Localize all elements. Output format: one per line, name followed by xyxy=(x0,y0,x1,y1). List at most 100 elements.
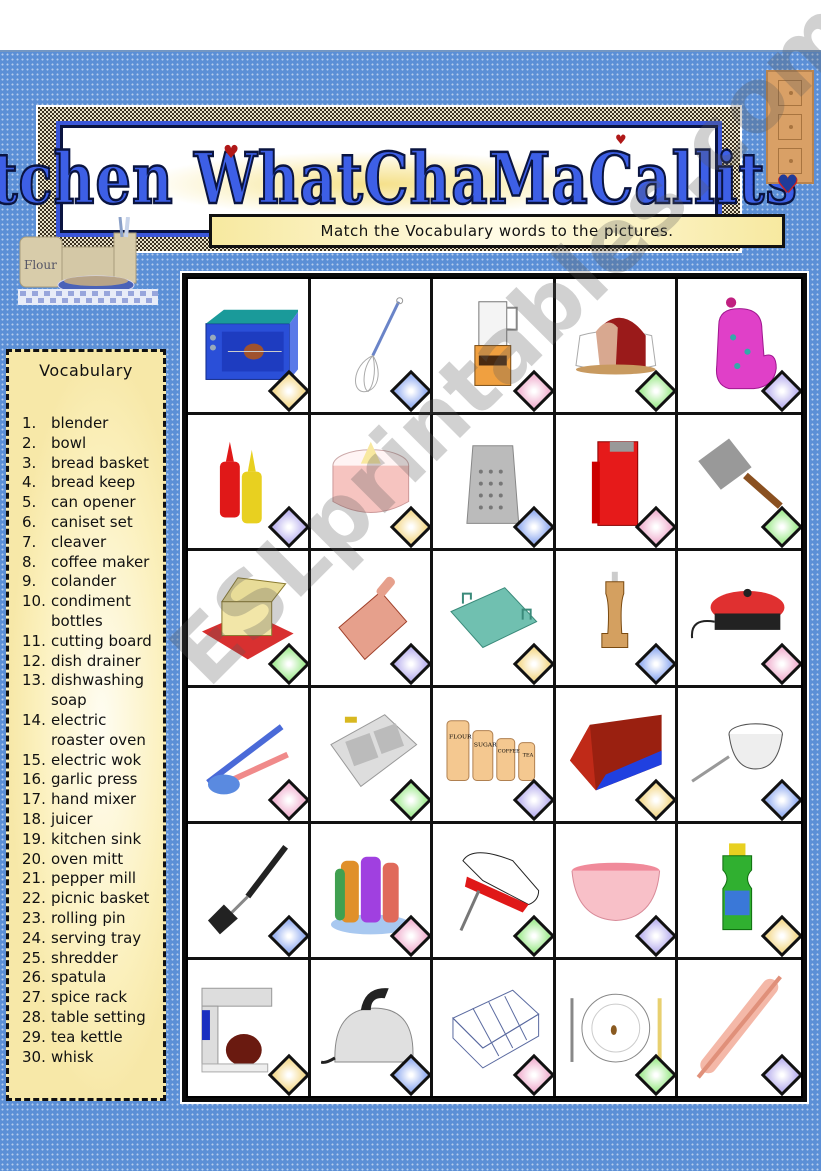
vocabulary-item-word: rolling pin xyxy=(51,908,126,927)
svg-text:SUGAR: SUGAR xyxy=(474,741,497,748)
svg-text:COFFEE: COFFEE xyxy=(498,748,520,754)
heart-icon: ♥ xyxy=(223,142,240,163)
vocabulary-item-word: dish drainer xyxy=(51,651,141,670)
vocabulary-item-word: pepper mill xyxy=(51,869,137,888)
vocabulary-item-word: electric wok xyxy=(51,750,142,769)
picture-cell-coffee-maker xyxy=(188,959,311,1096)
vocabulary-item: 23. rolling pin xyxy=(22,909,163,929)
picture-cell-cutting-board xyxy=(310,551,434,688)
picture-cell-hand-mixer xyxy=(433,823,556,960)
vocabulary-item-word: bread basket xyxy=(51,453,149,472)
picture-cell-shredder xyxy=(433,415,556,552)
picture-cell-electric-roaster-oven xyxy=(188,279,311,416)
picture-cell-blender xyxy=(433,279,556,416)
picture-cell-tea-kettle xyxy=(310,959,434,1096)
picture-grid-frame: FLOUR SUGAR COFFEE TEA xyxy=(180,271,809,1104)
vocabulary-item-number: 7. xyxy=(22,532,37,551)
vocabulary-item-word: spatula xyxy=(51,968,107,987)
vocabulary-item: 28. table setting xyxy=(22,1008,163,1028)
vocabulary-item-word: garlic press xyxy=(51,770,138,789)
vocabulary-item-number: 21. xyxy=(22,869,46,888)
vocabulary-item: 26. spatula xyxy=(22,968,163,988)
vocabulary-item: 24. serving tray xyxy=(22,929,163,949)
vocabulary-item: 12. dish drainer xyxy=(22,652,163,672)
picture-cell-bowl xyxy=(555,823,679,960)
vocabulary-item-number: 2. xyxy=(22,433,37,452)
vocabulary-item-word: picnic basket xyxy=(51,889,150,908)
vocabulary-item-number: 3. xyxy=(22,453,37,472)
picture-cell-colander xyxy=(678,687,801,824)
vocabulary-item-number: 26. xyxy=(22,968,46,987)
vocabulary-item-word: shredder xyxy=(51,948,118,967)
vocabulary-item-word: coffee maker xyxy=(51,552,150,571)
vocabulary-item-number: 9. xyxy=(22,572,37,591)
vocabulary-item: 16. garlic press xyxy=(22,770,163,790)
flour-label: Flour xyxy=(24,258,57,272)
vocabulary-item-number: 12. xyxy=(22,651,46,670)
picture-cell-cleaver xyxy=(678,415,801,552)
vocabulary-item-word: bread keep xyxy=(51,473,136,492)
picture-grid: FLOUR SUGAR COFFEE TEA xyxy=(186,277,803,1098)
vocabulary-item: 21. pepper mill xyxy=(22,869,163,889)
picture-cell-spice-rack xyxy=(310,823,434,960)
vocabulary-item-number: 11. xyxy=(22,631,46,650)
vocabulary-item-word: oven mitt xyxy=(51,849,124,868)
picture-cell-dishwashing-soap xyxy=(678,823,801,960)
vocabulary-item: 6. caniset set xyxy=(22,513,163,533)
vocabulary-item: 11. cutting board xyxy=(22,632,163,652)
vocabulary-item-word: condiment bottles xyxy=(51,592,131,630)
page-title: Kitchen WhatChaMaCallits 2 xyxy=(0,137,821,222)
kitchen-counter-illustration: Flour xyxy=(18,217,158,305)
picture-cell-whisk xyxy=(310,279,434,416)
vocabulary-item-number: 24. xyxy=(22,928,46,947)
picture-cell-can-opener xyxy=(555,415,679,552)
picture-cell-oven-mitt xyxy=(678,279,801,416)
vocabulary-item-word: serving tray xyxy=(51,928,142,947)
vocabulary-item-word: whisk xyxy=(51,1047,94,1066)
vocabulary-item: 5. can opener xyxy=(22,493,163,513)
vocabulary-item-number: 16. xyxy=(22,770,46,789)
vocabulary-panel: Vocabulary 1. blender 2. bowl 3. bread basket… xyxy=(6,349,166,1101)
picture-cell-garlic-press xyxy=(188,687,311,824)
vocabulary-item-word: hand mixer xyxy=(51,790,137,809)
vocabulary-item-word: cleaver xyxy=(51,532,107,551)
vocabulary-item-number: 15. xyxy=(22,750,46,769)
instructions-bar: Match the Vocabulary words to the pictur… xyxy=(209,214,785,248)
vocabulary-item-number: 5. xyxy=(22,493,37,512)
vocabulary-item-number: 28. xyxy=(22,1007,46,1026)
vocabulary-item: 2. bowl xyxy=(22,434,163,454)
vocabulary-item: 30. whisk xyxy=(22,1048,163,1068)
picture-cell-serving-tray xyxy=(433,551,556,688)
vocabulary-item-word: spice rack xyxy=(51,988,128,1007)
svg-text:TEA: TEA xyxy=(523,752,534,758)
vocabulary-item: 7. cleaver xyxy=(22,533,163,553)
vocabulary-item-word: kitchen sink xyxy=(51,829,142,848)
worksheet-page: Kitchen WhatChaMaCallits 2 ♥ ♥ ♥ Flour xyxy=(0,0,821,1171)
picture-cell-rolling-pin xyxy=(678,959,801,1096)
vocabulary-item-number: 4. xyxy=(22,473,37,492)
vocabulary-item: 17. hand mixer xyxy=(22,790,163,810)
picture-cell-spatula xyxy=(188,823,311,960)
picture-cell-picnic-basket xyxy=(188,551,311,688)
vocabulary-item-number: 27. xyxy=(22,988,46,1007)
vocabulary-item-word: bowl xyxy=(51,433,87,452)
vocabulary-item-word: electric roaster oven xyxy=(51,710,146,749)
vocabulary-item-number: 30. xyxy=(22,1047,46,1066)
picture-cell-canister-set: FLOUR SUGAR COFFEE TEA xyxy=(433,687,556,824)
picture-cell-bread-keep xyxy=(555,687,679,824)
vocabulary-item: 10. condiment bottles xyxy=(22,592,163,632)
picture-cell-kitchen-sink xyxy=(310,687,434,824)
vocabulary-item-number: 29. xyxy=(22,1027,46,1046)
vocabulary-item-word: dishwashing soap xyxy=(51,671,144,710)
vocabulary-item-word: can opener xyxy=(51,493,136,512)
vocabulary-item-number: 17. xyxy=(22,790,46,809)
svg-text:FLOUR: FLOUR xyxy=(449,733,472,740)
vocabulary-item-number: 25. xyxy=(22,948,46,967)
vocabulary-item-number: 23. xyxy=(22,908,46,927)
vocabulary-item-number: 18. xyxy=(22,809,46,828)
vocabulary-item-word: colander xyxy=(51,572,117,591)
vocabulary-item-word: caniset set xyxy=(51,512,133,531)
picture-cell-electric-wok xyxy=(678,551,801,688)
vocabulary-item: 3. bread basket xyxy=(22,454,163,474)
vocabulary-item-number: 20. xyxy=(22,849,46,868)
